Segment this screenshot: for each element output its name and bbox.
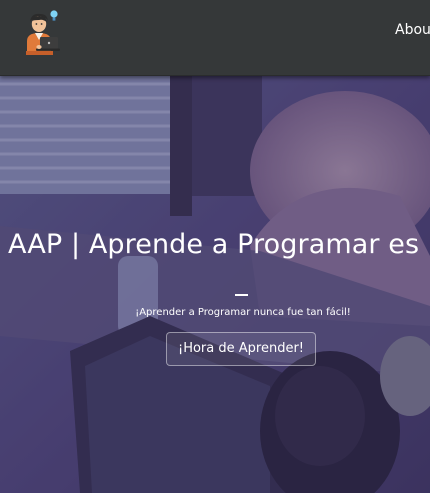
programmer-avatar-icon xyxy=(26,10,60,55)
hero-divider xyxy=(235,294,248,296)
start-learning-button[interactable]: ¡Hora de Aprender! xyxy=(166,332,316,366)
nav-link-about[interactable]: About xyxy=(395,21,430,39)
hero-section: AAP | Aprende a Programar es un hecho _ … xyxy=(0,76,430,493)
hero-title: AAP | Aprende a Programar es un hecho xyxy=(8,229,430,260)
hero-subtitle: ¡Aprender a Programar nunca fue tan fáci… xyxy=(135,307,351,318)
top-navbar: About xyxy=(0,0,430,76)
brand-logo[interactable] xyxy=(18,7,66,59)
hero-tint-overlay xyxy=(0,76,430,493)
